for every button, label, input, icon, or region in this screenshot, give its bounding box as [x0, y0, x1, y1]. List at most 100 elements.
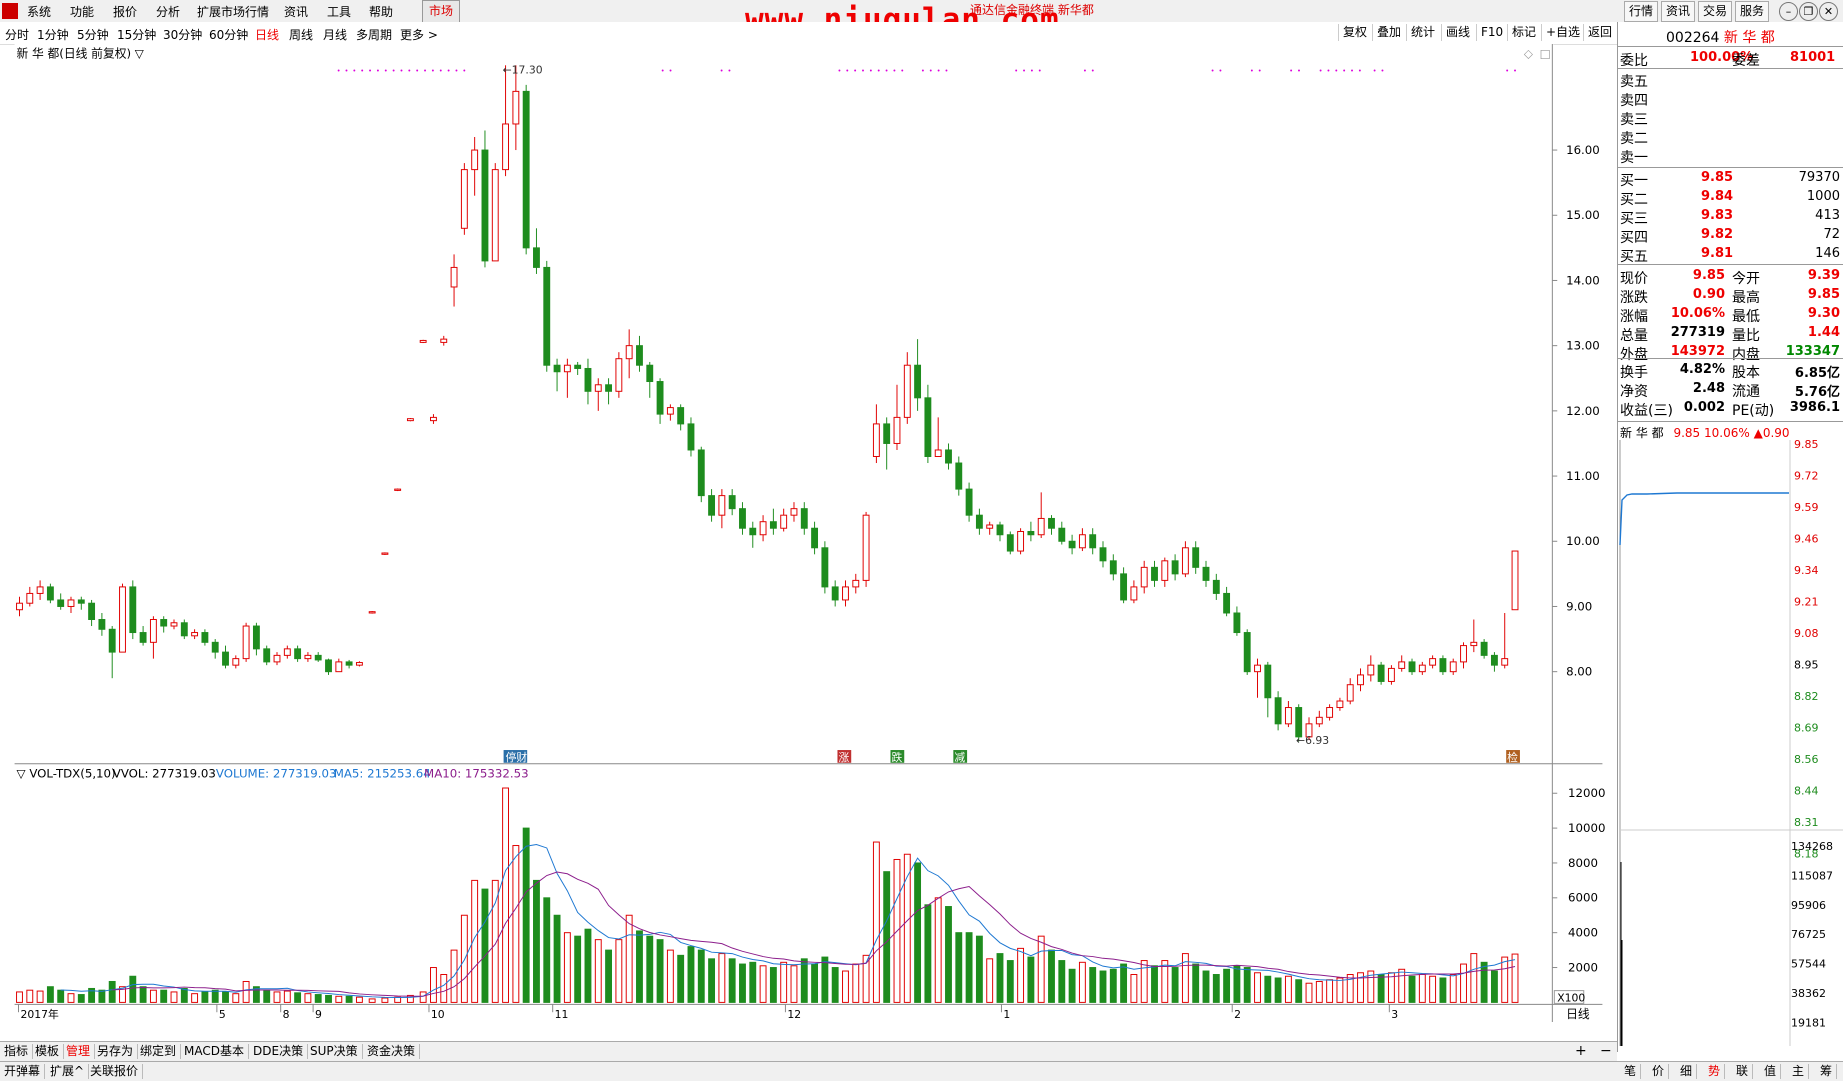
candle-body: [831, 586, 839, 601]
volume-bar: [1120, 963, 1128, 1003]
minimize-icon[interactable]: –: [1779, 2, 1798, 21]
tool-fuquan[interactable]: 复权: [1338, 24, 1371, 41]
bottom-tab-dde[interactable]: DDE决策: [249, 1044, 309, 1059]
candle-body: [718, 495, 726, 516]
event-marker[interactable]: 跌: [891, 750, 902, 764]
restore-icon[interactable]: ❐: [1799, 2, 1818, 21]
tool-stats[interactable]: 统计: [1406, 24, 1439, 41]
bottom-tab-macd[interactable]: MACD基本: [180, 1044, 249, 1059]
linked-quote[interactable]: 关联报价: [86, 1064, 144, 1079]
bottom-tab-saveas[interactable]: 另存为: [93, 1044, 139, 1059]
volume-bar: [502, 787, 509, 1003]
date-label: 11: [555, 1008, 569, 1021]
candle-body: [160, 619, 168, 627]
period-tab[interactable]: 月线: [323, 26, 347, 43]
tool-mark[interactable]: 标记: [1507, 24, 1540, 41]
top-btn-news[interactable]: 资讯: [1661, 1, 1696, 22]
candle-body: [1295, 707, 1303, 738]
event-marker[interactable]: 减: [954, 751, 965, 764]
toggle-danmaku[interactable]: 开弹幕: [0, 1064, 46, 1079]
market-button[interactable]: 市场: [422, 0, 461, 23]
value: 277319: [1670, 325, 1725, 340]
volume-bar: [1006, 960, 1014, 1003]
volume-bar: [26, 989, 34, 1003]
menu-system[interactable]: 系统: [27, 3, 51, 20]
menu-extended-market[interactable]: 扩展市场行情: [197, 3, 269, 20]
event-marker[interactable]: 涨: [838, 751, 849, 764]
signal-dot: [1091, 69, 1094, 72]
chart-toggle-icon[interactable]: ◇: [1524, 47, 1534, 61]
period-tab[interactable]: 5分钟: [77, 26, 109, 43]
menu-analysis[interactable]: 分析: [156, 3, 180, 20]
event-marker[interactable]: 检: [1507, 750, 1518, 764]
extend-toggle[interactable]: 扩展^: [46, 1064, 90, 1079]
stat-row: 换手 4.82% 股本 6.85亿: [1620, 362, 1840, 381]
bottom-tab-manage[interactable]: 管理: [62, 1044, 96, 1059]
menu-quote[interactable]: 报价: [113, 3, 137, 20]
bottom-tab-bind[interactable]: 绑定到: [136, 1044, 182, 1059]
menu-news[interactable]: 资讯: [284, 3, 308, 20]
close-icon[interactable]: ✕: [1819, 2, 1838, 21]
candle-body: [149, 619, 157, 643]
period-tab[interactable]: 周线: [289, 26, 313, 43]
candle-body: [625, 345, 633, 360]
signal-dot: [1258, 69, 1261, 72]
value: 1.44: [1807, 325, 1840, 340]
period-tab[interactable]: 分时: [5, 26, 29, 43]
top-btn-service[interactable]: 服务: [1735, 1, 1770, 22]
status-bar: 开弹幕 扩展^ 关联报价 笔价细势联值主筹: [0, 1061, 1843, 1081]
candle-body: [26, 592, 34, 604]
zoom-in-icon[interactable]: +: [1575, 1043, 1587, 1059]
tool-draw[interactable]: 画线: [1441, 24, 1474, 41]
bottom-tab-indicator[interactable]: 指标: [0, 1044, 34, 1059]
period-tab[interactable]: 30分钟: [163, 26, 202, 43]
tool-f10[interactable]: F10: [1476, 24, 1507, 41]
period-tab[interactable]: 多周期: [356, 26, 392, 43]
period-bar: 分时 1分钟 5分钟 15分钟 30分钟 60分钟 日线 周线 月线 多周期 更…: [0, 22, 1617, 45]
candle-body: [129, 586, 137, 634]
tool-back[interactable]: 返回: [1583, 24, 1616, 41]
mini-price-tick: 8.56: [1794, 753, 1819, 766]
bottom-tab-fund[interactable]: 资金决策: [363, 1044, 421, 1059]
price-tick-label: 10.00: [1566, 534, 1600, 548]
menu-help[interactable]: 帮助: [369, 3, 393, 20]
signal-dot: [854, 69, 857, 72]
candle-body: [242, 625, 250, 660]
menu-tools[interactable]: 工具: [327, 3, 351, 20]
right-panel-tab[interactable]: 价: [1648, 1064, 1670, 1079]
chart-maximize-icon[interactable]: □: [1540, 47, 1551, 61]
period-tab[interactable]: 60分钟: [209, 26, 248, 43]
bottom-tab-template[interactable]: 模板: [31, 1044, 65, 1059]
intraday-mini-chart[interactable]: 9.85 9.72 9.59 9.46 9.34 9.21 9.08 8.95 8.82 8.69…: [1617, 440, 1843, 1046]
right-panel-tab[interactable]: 主: [1788, 1064, 1810, 1079]
period-tab-more[interactable]: 更多 >: [400, 26, 438, 43]
tool-overlay[interactable]: 叠加: [1372, 24, 1405, 41]
right-panel-tab[interactable]: 联: [1732, 1064, 1754, 1079]
candlestick: [491, 163, 499, 262]
event-marker[interactable]: 停财: [506, 750, 528, 764]
period-tab[interactable]: 1分钟: [37, 26, 69, 43]
vol-indicator-name[interactable]: ▽ VOL-TDX(5,10): [17, 767, 116, 781]
buy-price: 9.85: [1701, 170, 1734, 185]
candle-body: [1202, 566, 1210, 581]
volume-bar: [149, 989, 157, 1003]
right-panel-tab[interactable]: 细: [1676, 1064, 1698, 1079]
menu-function[interactable]: 功能: [70, 3, 94, 20]
top-btn-trade[interactable]: 交易: [1698, 1, 1733, 22]
period-tab[interactable]: 15分钟: [117, 26, 156, 43]
label: 收益(三): [1620, 403, 1673, 419]
period-tab-active[interactable]: 日线: [255, 26, 279, 43]
top-btn-market[interactable]: 行情: [1624, 1, 1659, 22]
right-panel-tab[interactable]: 笔: [1620, 1064, 1642, 1079]
bottom-tab-sup[interactable]: SUP决策: [306, 1044, 363, 1059]
right-panel-tab[interactable]: 筹: [1816, 1064, 1838, 1079]
candle-body: [924, 397, 932, 457]
right-panel-tab[interactable]: 势: [1704, 1064, 1726, 1079]
candle-body: [749, 527, 757, 536]
right-panel-tab[interactable]: 值: [1760, 1064, 1782, 1079]
zoom-out-icon[interactable]: −: [1600, 1043, 1612, 1059]
tool-add-watchlist[interactable]: +自选: [1541, 24, 1584, 41]
kline-chart[interactable]: 16.00 15.00 14.00 13.00 12.00 11.00 10.00 9.00 8…: [0, 44, 1617, 1024]
candle-body: [553, 364, 561, 373]
candle-body: [1151, 566, 1158, 581]
